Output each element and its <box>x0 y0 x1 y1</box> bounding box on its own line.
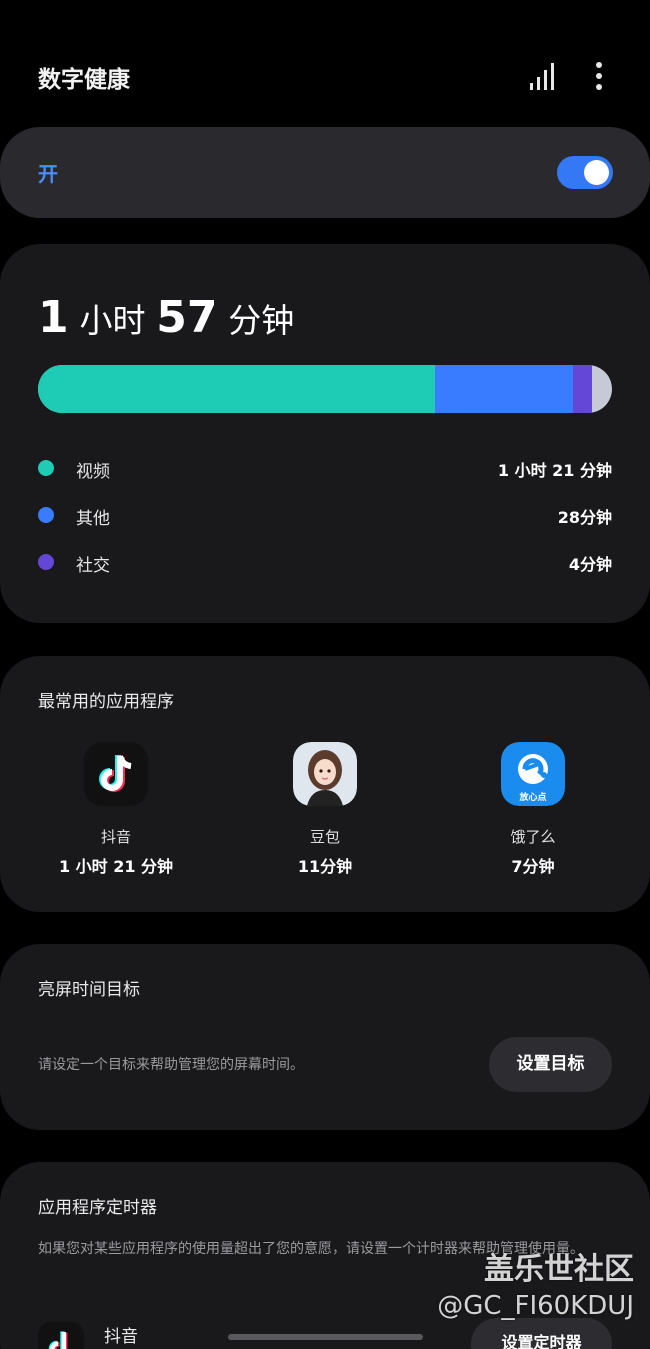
bar-chart-icon[interactable] <box>528 61 556 91</box>
legend-name: 视频 <box>76 462 110 482</box>
legend-value: 1 小时 21 分钟 <box>497 461 612 480</box>
usage-bar-segment <box>435 365 573 413</box>
page-title: 数字健康 <box>38 67 130 93</box>
app-usage-time: 7分钟 <box>511 857 555 876</box>
watermark-handle: @GC_FI60KDUJ <box>437 1291 634 1321</box>
screen-time-goal-title: 亮屏时间目标 <box>38 980 140 1000</box>
digital-wellbeing-toggle-card[interactable]: 开 <box>0 127 650 218</box>
watermark-community: 盖乐世社区 <box>484 1252 634 1287</box>
legend-name: 社交 <box>76 556 110 576</box>
header: 数字健康 <box>0 0 650 120</box>
total-screen-time: 1 小时 57 分钟 <box>38 292 294 343</box>
usage-bar-segment <box>38 365 436 413</box>
app-usage-time: 11分钟 <box>297 857 353 876</box>
douyin-icon <box>38 1322 84 1349</box>
app-item-doubao[interactable]: 豆包 11分钟 <box>245 742 405 877</box>
douyin-icon <box>84 742 148 806</box>
app-usage-time: 1 小时 21 分钟 <box>58 857 174 876</box>
set-timer-button[interactable]: 设置定时器 <box>471 1318 612 1349</box>
legend-dot <box>38 507 54 523</box>
total-minutes: 57 <box>156 292 218 343</box>
legend-row-other: 其他 28分钟 <box>38 501 612 529</box>
legend-name: 其他 <box>76 509 110 529</box>
legend-dot <box>38 460 54 476</box>
legend-row-social: 社交 4分钟 <box>38 548 612 576</box>
doubao-avatar-icon <box>293 742 357 806</box>
set-goal-button[interactable]: 设置目标 <box>489 1037 612 1092</box>
app-name: 饿了么 <box>510 828 556 846</box>
hours-unit: 小时 <box>79 301 146 340</box>
legend-row-video: 视频 1 小时 21 分钟 <box>38 454 612 482</box>
usage-breakdown-bar <box>38 365 612 413</box>
legend-value: 28分钟 <box>557 508 612 527</box>
eleme-icon-caption: 放心点 <box>518 791 546 803</box>
app-timers-title: 应用程序定时器 <box>38 1198 157 1218</box>
most-used-apps-title: 最常用的应用程序 <box>38 692 174 712</box>
switch-knob <box>584 160 609 185</box>
more-vertical-icon[interactable] <box>588 60 610 92</box>
timer-app-name: 抖音 <box>104 1327 138 1347</box>
app-item-eleme[interactable]: 放心点 饿了么 7分钟 <box>453 742 613 877</box>
app-item-douyin[interactable]: 抖音 1 小时 21 分钟 <box>36 742 196 877</box>
master-switch[interactable] <box>557 156 613 189</box>
toggle-label: 开 <box>38 162 58 186</box>
usage-bar-segment <box>572 365 593 413</box>
home-indicator[interactable] <box>228 1334 423 1340</box>
legend-dot <box>38 554 54 570</box>
total-hours: 1 <box>38 292 69 343</box>
eleme-icon: 放心点 <box>501 742 565 806</box>
legend-value: 4分钟 <box>568 555 612 574</box>
app-name: 抖音 <box>100 828 131 846</box>
app-name: 豆包 <box>309 828 340 846</box>
screen-time-goal-description: 请设定一个目标来帮助管理您的屏幕时间。 <box>38 1057 304 1073</box>
minutes-unit: 分钟 <box>228 301 295 340</box>
